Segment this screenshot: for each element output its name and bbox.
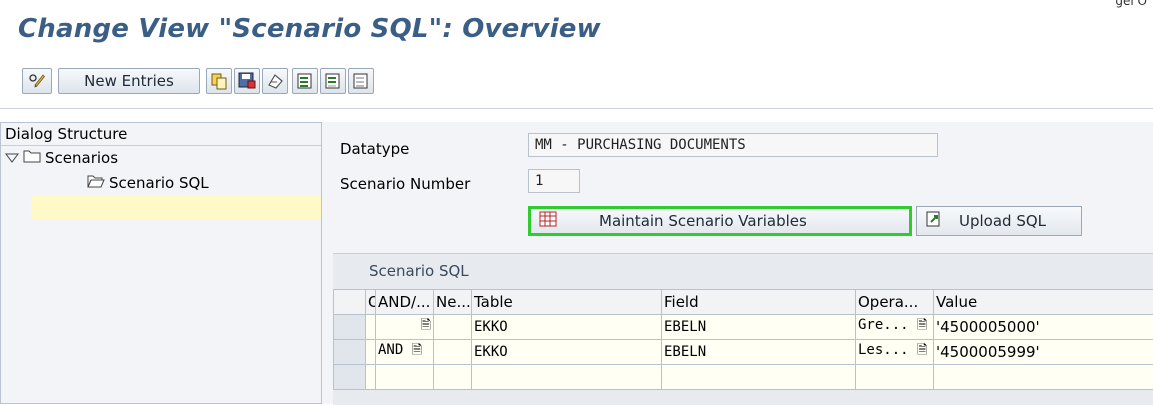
upload-icon bbox=[925, 210, 945, 232]
tree-selection-highlight bbox=[31, 195, 321, 220]
save-copy-icon bbox=[238, 72, 256, 90]
tree-label-scenario-sql: Scenario SQL bbox=[109, 174, 209, 192]
maintain-scenario-variables-button[interactable]: Maintain Scenario Variables bbox=[528, 206, 912, 236]
table-row[interactable] bbox=[334, 365, 1153, 390]
column-header-table[interactable]: Table bbox=[472, 290, 662, 315]
cell-ne[interactable] bbox=[434, 365, 472, 390]
undo-button[interactable] bbox=[262, 68, 288, 94]
column-header-field[interactable]: Field bbox=[662, 290, 856, 315]
cell-o[interactable] bbox=[366, 340, 376, 365]
select-all-icon bbox=[296, 72, 314, 90]
maintain-scenario-variables-label: Maintain Scenario Variables bbox=[599, 212, 807, 230]
select-block-button[interactable] bbox=[320, 68, 346, 94]
cell-and-or[interactable]: AND 🗎 bbox=[376, 340, 434, 365]
deselect-all-button[interactable] bbox=[348, 68, 374, 94]
upload-sql-button[interactable]: Upload SQL bbox=[916, 206, 1082, 236]
grid-table-icon bbox=[539, 211, 559, 231]
tree-node-scenario-sql[interactable]: Scenario SQL bbox=[87, 174, 209, 192]
dialog-structure-header: Dialog Structure bbox=[1, 123, 321, 146]
folder-icon bbox=[23, 149, 45, 167]
column-header-o[interactable]: O bbox=[366, 290, 376, 315]
scenario-sql-table: O AND/... Ne... Table Field Opera... Val… bbox=[333, 289, 1153, 390]
table-row[interactable]: 🗎 EKKO EBELN Gre... 🗎 '4500005000' bbox=[334, 315, 1153, 340]
cell-operator[interactable] bbox=[856, 365, 934, 390]
edit-pencil-icon bbox=[28, 72, 46, 90]
cell-table[interactable]: EKKO bbox=[472, 315, 662, 340]
cell-field[interactable]: EBELN bbox=[662, 340, 856, 365]
datatype-label: Datatype bbox=[340, 140, 409, 158]
tree-node-scenarios[interactable]: Scenarios bbox=[5, 149, 118, 167]
display-change-button[interactable] bbox=[22, 68, 52, 94]
application-toolbar: New Entries bbox=[0, 58, 1153, 106]
deselect-all-icon bbox=[352, 72, 370, 90]
document-icon[interactable]: 🗎 bbox=[421, 316, 431, 338]
cell-and-or[interactable] bbox=[376, 365, 434, 390]
page-title: Change View "Scenario SQL": Overview bbox=[18, 14, 601, 44]
column-header-value[interactable]: Value bbox=[934, 290, 1153, 315]
cell-value[interactable] bbox=[934, 365, 1153, 390]
cell-field[interactable] bbox=[662, 365, 856, 390]
row-selector[interactable] bbox=[334, 315, 366, 340]
select-all-button[interactable] bbox=[292, 68, 318, 94]
save-copy-button[interactable] bbox=[234, 68, 260, 94]
cell-o[interactable] bbox=[366, 365, 376, 390]
column-header-and-or[interactable]: AND/... bbox=[376, 290, 434, 315]
copy-as-button[interactable] bbox=[206, 68, 232, 94]
open-folder-icon bbox=[87, 174, 109, 192]
undo-icon bbox=[266, 72, 284, 90]
column-header-ne[interactable]: Ne... bbox=[434, 290, 472, 315]
scenario-number-field[interactable]: 1 bbox=[528, 169, 580, 193]
scenario-sql-table-container: Scenario SQL O AND/... Ne... Table Field… bbox=[333, 253, 1153, 405]
new-entries-button[interactable]: New Entries bbox=[58, 68, 200, 94]
cell-field[interactable]: EBELN bbox=[662, 315, 856, 340]
row-selector-header[interactable] bbox=[334, 290, 366, 315]
datatype-field[interactable]: MM - PURCHASING DOCUMENTS bbox=[528, 133, 938, 157]
table-title: Scenario SQL bbox=[369, 262, 469, 280]
copy-icon bbox=[210, 72, 228, 90]
document-icon[interactable]: 🗎 bbox=[917, 316, 927, 338]
tree-label-scenarios: Scenarios bbox=[45, 149, 118, 167]
table-row[interactable]: AND 🗎 EKKO EBELN Les... 🗎 '4500005999' bbox=[334, 340, 1153, 365]
top-fragment-text: gel O bbox=[1115, 0, 1147, 8]
document-icon[interactable]: 🗎 bbox=[917, 341, 927, 363]
cell-ne[interactable] bbox=[434, 315, 472, 340]
cell-and-or[interactable]: 🗎 bbox=[376, 315, 434, 340]
scenario-number-label: Scenario Number bbox=[340, 175, 470, 193]
cell-o[interactable] bbox=[366, 315, 376, 340]
expand-triangle-icon[interactable] bbox=[5, 149, 23, 167]
row-selector[interactable] bbox=[334, 365, 366, 390]
cell-ne[interactable] bbox=[434, 340, 472, 365]
select-block-icon bbox=[324, 72, 342, 90]
toolbar-divider bbox=[0, 108, 1153, 109]
document-icon[interactable]: 🗎 bbox=[412, 341, 422, 363]
column-header-operator[interactable]: Opera... bbox=[856, 290, 934, 315]
upload-sql-label: Upload SQL bbox=[959, 212, 1046, 230]
cell-table[interactable] bbox=[472, 365, 662, 390]
cell-operator[interactable]: Gre... 🗎 bbox=[856, 315, 934, 340]
cell-table[interactable]: EKKO bbox=[472, 340, 662, 365]
dialog-structure-panel: Dialog Structure Scenarios Scenario SQL bbox=[0, 122, 322, 404]
cell-value[interactable]: '4500005000' bbox=[934, 315, 1153, 340]
cell-value[interactable]: '4500005999' bbox=[934, 340, 1153, 365]
row-selector[interactable] bbox=[334, 340, 366, 365]
cell-operator[interactable]: Les... 🗎 bbox=[856, 340, 934, 365]
